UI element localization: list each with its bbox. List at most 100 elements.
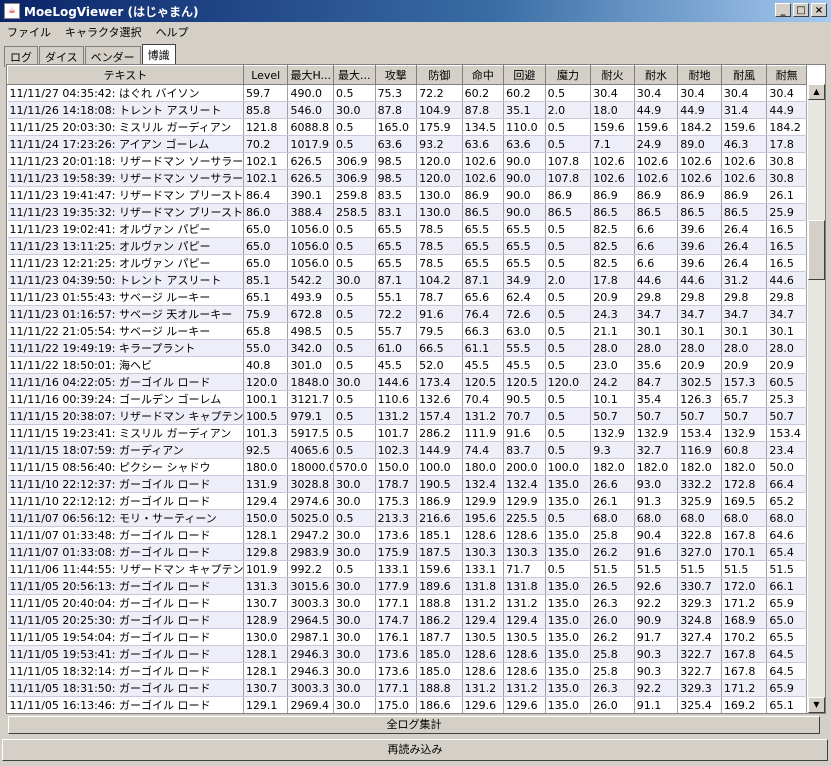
stat-cell: 21.1: [590, 322, 635, 340]
scroll-down-icon[interactable]: ▼: [808, 697, 825, 713]
stat-cell: 44.6: [766, 271, 807, 289]
stat-cell: 25.8: [590, 526, 635, 544]
menu-help[interactable]: ヘルプ: [149, 24, 196, 40]
stat-cell: 30.1: [634, 322, 679, 340]
table-row[interactable]: 11/11/10 22:12:12: ガーゴイル ロード 129.4 2974.6 3…: [7, 492, 807, 510]
log-text-cell: 11/11/22 21:05:54: サベージ ルーキー: [7, 322, 244, 340]
column-header[interactable]: 最大...: [333, 65, 376, 85]
table-row[interactable]: 11/11/23 19:02:41: オルヴァン パピー 65.0 1056.0 0.…: [7, 220, 807, 238]
log-text-cell: 11/11/07 01:33:08: ガーゴイル ロード: [7, 543, 244, 561]
column-header[interactable]: 魔力: [544, 65, 592, 85]
table-row[interactable]: 11/11/05 20:40:04: ガーゴイル ロード 130.7 3003.3 3…: [7, 594, 807, 612]
column-header[interactable]: 最大H...: [287, 65, 335, 85]
table-row[interactable]: 11/11/15 20:38:07: リザードマン キャプテン 100.5 979.…: [7, 407, 807, 425]
menu-character-select[interactable]: キャラクタ選択: [58, 24, 149, 40]
column-header[interactable]: 耐無: [766, 65, 807, 85]
table-row[interactable]: 11/11/26 14:18:08: トレント アスリート 85.8 546.0 30…: [7, 101, 807, 119]
stat-cell: 61.1: [462, 339, 505, 357]
stat-cell: 322.7: [677, 662, 722, 680]
stat-cell: 34.7: [721, 305, 768, 323]
stat-cell: 0.5: [545, 339, 592, 357]
scroll-up-icon[interactable]: ▲: [808, 84, 825, 100]
column-header[interactable]: 耐水: [633, 65, 679, 85]
maximize-button[interactable]: □: [793, 3, 809, 17]
table-row[interactable]: 11/11/05 19:53:41: ガーゴイル ロード 128.1 2946.3 3…: [7, 645, 807, 663]
column-header[interactable]: 防御: [416, 65, 463, 85]
reload-button[interactable]: 再読み込み: [2, 739, 828, 761]
table-row[interactable]: 11/11/22 21:05:54: サベージ ルーキー 65.8 498.5 0.5…: [7, 322, 807, 340]
stat-cell: 18000.0: [287, 458, 335, 476]
stat-cell: 6.6: [634, 220, 679, 238]
column-header[interactable]: 攻撃: [374, 65, 418, 85]
vertical-scrollbar[interactable]: ▲ ▼: [808, 84, 825, 713]
stat-cell: 3003.3: [287, 594, 335, 612]
table-row[interactable]: 11/11/05 18:31:50: ガーゴイル ロード 130.7 3003.3 3…: [7, 679, 807, 697]
stat-cell: 65.0: [243, 237, 289, 255]
column-header[interactable]: 耐地: [677, 65, 722, 85]
table-row[interactable]: 11/11/23 13:11:25: オルヴァン パピー 65.0 1056.0 0.…: [7, 237, 807, 255]
stat-cell: 30.4: [634, 84, 679, 102]
stat-cell: 78.5: [416, 237, 463, 255]
table-row[interactable]: 11/11/05 15:57:29: ガーゴイル ロード130.32995.13…: [8, 714, 807, 715]
table-row[interactable]: 11/11/25 20:03:30: ミスリル ガーディアン 121.8 6088.…: [7, 118, 807, 136]
table-row[interactable]: 11/11/05 19:54:04: ガーゴイル ロード 130.0 2987.1 3…: [7, 628, 807, 646]
table-row[interactable]: 11/11/07 06:56:12: モリ・サーティーン 150.0 5025.0 0…: [7, 509, 807, 527]
stat-cell: 86.9: [721, 186, 768, 204]
table-row[interactable]: 11/11/16 04:22:05: ガーゴイル ロード 120.0 1848.0 3…: [7, 373, 807, 391]
table-row[interactable]: 11/11/23 01:55:43: サベージ ルーキー 65.1 493.9 0.5…: [7, 288, 807, 306]
stat-cell: 135.0: [545, 628, 592, 646]
table-row[interactable]: 11/11/22 19:49:19: キラープラント 55.0 342.0 0.5 61…: [7, 339, 807, 357]
column-header[interactable]: 耐火: [590, 65, 635, 85]
aggregate-all-logs-button[interactable]: 全ログ集計: [8, 716, 820, 734]
stat-cell: 0.5: [333, 135, 376, 153]
table-row[interactable]: 11/11/05 20:56:13: ガーゴイル ロード 131.3 3015.6 3…: [7, 577, 807, 595]
table-row[interactable]: 11/11/16 00:39:24: ゴールデン ゴーレム 100.1 3121.7…: [7, 390, 807, 408]
table-row[interactable]: 11/11/23 19:35:32: リザードマン プリースト 86.0 388.4…: [7, 203, 807, 221]
stat-cell: 30.0: [333, 628, 376, 646]
column-header[interactable]: テキスト: [7, 65, 244, 85]
stat-cell: 131.2: [462, 679, 505, 697]
stat-cell: 979.1: [287, 407, 335, 425]
stat-cell: 130.8: [462, 714, 504, 715]
table-row[interactable]: 11/11/05 20:25:30: ガーゴイル ロード 128.9 2964.5 3…: [7, 611, 807, 629]
table-row[interactable]: 11/11/23 20:01:18: リザードマン ソーサラー 102.1 626.…: [7, 152, 807, 170]
minimize-button[interactable]: _: [775, 3, 791, 17]
table-row[interactable]: 11/11/15 08:56:40: ピクシー シャドウ 180.0 18000.0…: [7, 458, 807, 476]
stat-cell: 78.5: [416, 220, 463, 238]
close-button[interactable]: ×: [811, 3, 827, 17]
column-header[interactable]: 回避: [503, 65, 546, 85]
table-row[interactable]: 11/11/15 18:07:59: ガーディアン 92.5 4065.6 0.5 10…: [7, 441, 807, 459]
stat-cell: 64.5: [766, 645, 807, 663]
stat-cell: 120.0: [545, 373, 592, 391]
stat-cell: 86.9: [545, 186, 592, 204]
table-row[interactable]: 11/11/23 19:41:47: リザードマン プリースト 86.4 390.1…: [7, 186, 807, 204]
stat-cell: 186.6: [416, 696, 463, 713]
column-header[interactable]: 命中: [461, 65, 505, 85]
table-row[interactable]: 11/11/24 17:23:26: アイアン ゴーレム 70.2 1017.9 0.…: [7, 135, 807, 153]
stat-cell: 24.3: [590, 305, 635, 323]
table-row[interactable]: 11/11/05 18:32:14: ガーゴイル ロード 128.1 2946.3 3…: [7, 662, 807, 680]
stat-cell: 65.8: [243, 322, 289, 340]
table-row[interactable]: 11/11/22 18:50:01: 海ヘビ 40.8 301.0 0.5 45.5 52…: [7, 356, 807, 374]
table-row[interactable]: 11/11/23 12:21:25: オルヴァン パピー 65.0 1056.0 0.…: [7, 254, 807, 272]
table-row[interactable]: 11/11/05 16:13:46: ガーゴイル ロード 129.1 2969.4 3…: [7, 696, 807, 713]
table-row[interactable]: 11/11/06 11:44:55: リザードマン キャプテン 101.9 992.…: [7, 560, 807, 578]
stat-cell: 60.2: [503, 84, 546, 102]
table-row[interactable]: 11/11/15 19:23:41: ミスリル ガーディアン 101.3 5917.…: [7, 424, 807, 442]
stat-cell: 91.1: [634, 696, 679, 713]
column-header[interactable]: Level: [242, 65, 289, 85]
table-row[interactable]: 11/11/23 01:16:57: サベージ 天オルーキー 75.9 672.8 0…: [7, 305, 807, 323]
table-row[interactable]: 11/11/23 19:58:39: リザードマン ソーサラー 102.1 626.…: [7, 169, 807, 187]
table-row[interactable]: 11/11/27 04:35:42: はぐれ バイソン 59.7 490.0 0.5 7…: [7, 84, 807, 102]
stat-cell: 187.7: [416, 628, 463, 646]
scroll-thumb[interactable]: [808, 220, 825, 280]
table-row[interactable]: 11/11/07 01:33:08: ガーゴイル ロード 129.8 2983.9 3…: [7, 543, 807, 561]
table-row[interactable]: 11/11/10 22:12:37: ガーゴイル ロード 131.9 3028.8 3…: [7, 475, 807, 493]
table-row[interactable]: 11/11/07 01:33:48: ガーゴイル ロード 128.1 2947.2 3…: [7, 526, 807, 544]
log-text-cell: 11/11/05 20:40:04: ガーゴイル ロード: [7, 594, 244, 612]
menu-file[interactable]: ファイル: [0, 24, 58, 40]
stat-cell: 173.6: [375, 662, 418, 680]
column-header[interactable]: 耐風: [720, 65, 768, 85]
stat-cell: 170.7: [721, 714, 767, 715]
table-row[interactable]: 11/11/23 04:39:50: トレント アスリート 85.1 542.2 30…: [7, 271, 807, 289]
